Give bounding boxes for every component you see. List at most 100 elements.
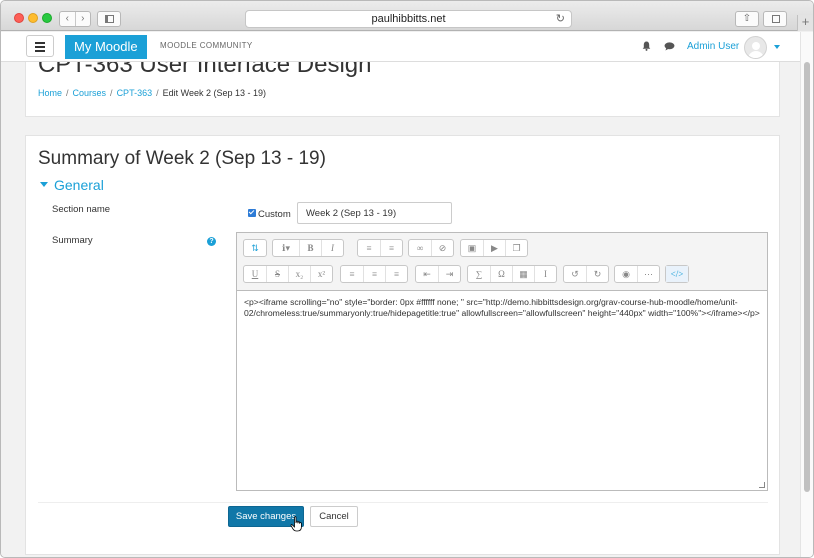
cancel-button[interactable]: Cancel [310,506,358,527]
breadcrumb: Home / Courses / CPT-363/Edit Week 2 (Sep 13… [38,88,266,98]
ordered-list-icon[interactable]: ≡ [380,240,402,256]
toolbar-group-files: ▣ ▶ ❐ [460,239,528,257]
avatar-body [748,51,764,58]
outdent-icon[interactable]: ⇤ [416,266,438,282]
user-avatar[interactable] [744,36,767,59]
new-tab-button[interactable]: + [797,15,813,31]
italic-icon[interactable]: I [321,240,343,256]
custom-checkbox[interactable]: Custom [248,209,291,220]
plus-icon: + [801,14,810,29]
unordered-list-icon[interactable]: ≡ [358,240,380,256]
edit-section-card: Summary of Week 2 (Sep 13 - 19) General … [25,135,780,555]
site-brand[interactable]: My Moodle [65,35,147,59]
editor-toolbar: ⇅ ℹ▾ B I ≡ ≡ ∞ ⊘ ▣ ▶ ❐ U S x₂ x² ≡ ≡ ≡ ⇤… [237,233,767,291]
breadcrumb-home[interactable]: Home [38,88,62,98]
toolbar-group-textstyle: U S x₂ x² [243,265,333,283]
notification-bell-icon[interactable] [642,41,651,51]
reload-icon[interactable]: ↻ [556,11,565,27]
show-tabs-button[interactable] [763,11,787,27]
share-icon: ⇧ [742,13,752,24]
tabs-icon [772,15,780,23]
minimize-window-button[interactable] [28,13,38,23]
align-center-icon[interactable]: ≡ [363,266,385,282]
address-bar[interactable]: paulhibbitts.net ↻ [245,10,572,28]
messages-icon[interactable] [664,42,675,51]
toolbar-group-collapse: ⇅ [243,239,267,257]
page-scrollbar[interactable] [800,32,813,557]
breadcrumb-current: Edit Week 2 (Sep 13 - 19) [162,88,266,98]
table-icon[interactable]: ▦ [512,266,534,282]
nav-drawer-button[interactable] [26,35,54,57]
back-icon[interactable]: ‹ [60,12,75,26]
hand-cursor-icon [290,516,302,532]
atto-editor: ⇅ ℹ▾ B I ≡ ≡ ∞ ⊘ ▣ ▶ ❐ U S x₂ x² ≡ ≡ ≡ ⇤… [236,232,768,491]
form-divider [38,502,768,503]
checkbox-checked-icon[interactable] [248,209,256,218]
toolbar-group-insert: ∑ Ω ▦ I [467,265,557,283]
toolbar-group-accessibility: ◉ ⋯ [614,265,660,283]
strikethrough-icon[interactable]: S [266,266,288,282]
toggle-toolbar-icon[interactable]: ⇅ [244,240,266,256]
help-icon[interactable]: ? [207,237,216,246]
summary-label: Summary [52,235,93,246]
special-character-icon[interactable]: Ω [490,266,512,282]
resize-handle-icon[interactable] [759,482,765,488]
image-icon[interactable]: ▣ [461,240,483,256]
moodle-navbar: My Moodle MOODLE COMMUNITY Admin User [1,32,800,62]
align-left-icon[interactable]: ≡ [341,266,363,282]
url-text: paulhibbitts.net [371,13,446,25]
toolbar-group-indent: ⇤ ⇥ [415,265,461,283]
toolbar-group-source: </> [665,265,689,283]
breadcrumb-course[interactable]: CPT-363 [117,88,153,98]
manage-files-icon[interactable]: ❐ [505,240,527,256]
zoom-window-button[interactable] [42,13,52,23]
hamburger-icon-line [35,46,45,48]
avatar-head [752,42,760,50]
accessibility-checker-icon[interactable]: ◉ [615,266,637,282]
paragraph-styles-icon[interactable]: ℹ▾ [273,240,299,256]
breadcrumb-separator: / [156,88,159,98]
media-icon[interactable]: ▶ [483,240,505,256]
general-section-label: General [54,177,104,193]
unlink-icon[interactable]: ⊘ [431,240,453,256]
equation-icon[interactable]: ∑ [468,266,490,282]
align-right-icon[interactable]: ≡ [385,266,407,282]
toolbar-group-history: ↺ ↻ [563,265,609,283]
sidebar-toggle-button[interactable] [97,11,121,27]
breadcrumb-separator: / [66,88,69,98]
toolbar-group-align: ≡ ≡ ≡ [340,265,408,283]
indent-icon[interactable]: ⇥ [438,266,460,282]
breadcrumb-courses[interactable]: Courses [73,88,107,98]
breadcrumb-separator: / [110,88,113,98]
clear-formatting-icon[interactable]: I [534,266,556,282]
html-source-textarea[interactable]: <p><iframe scrolling="no" style="border:… [244,297,760,319]
hamburger-icon-line [35,50,45,52]
toolbar-group-list: ≡ ≡ [357,239,403,257]
html-source-icon[interactable]: </> [666,266,688,282]
redo-icon[interactable]: ↻ [586,266,608,282]
toolbar-group-style: ℹ▾ B I [272,239,344,257]
scrollbar-thumb[interactable] [804,62,810,492]
moodle-community-link[interactable]: MOODLE COMMUNITY [160,41,253,50]
toolbar-group-links: ∞ ⊘ [408,239,454,257]
link-icon[interactable]: ∞ [409,240,431,256]
section-name-label: Section name [52,204,111,215]
hamburger-icon [35,42,45,44]
forward-icon[interactable]: › [74,12,91,26]
bold-icon[interactable]: B [299,240,321,256]
share-button[interactable]: ⇧ [735,11,759,27]
user-menu-name[interactable]: Admin User [687,41,739,52]
sidebar-icon [105,15,114,23]
subscript-icon[interactable]: x₂ [288,266,310,282]
superscript-icon[interactable]: x² [310,266,332,282]
general-section-toggle[interactable]: General [40,177,104,193]
underline-icon[interactable]: U [244,266,266,282]
browser-titlebar: ‹ › paulhibbitts.net ↻ ⇧ + [1,1,813,31]
history-nav: ‹ › [59,11,91,27]
page-viewport[interactable]: CPT-363 User Interface Design Home / Cours… [1,32,800,557]
undo-icon[interactable]: ↺ [564,266,586,282]
user-menu-caret-icon[interactable] [774,45,780,49]
close-window-button[interactable] [14,13,24,23]
section-name-input[interactable] [297,202,452,224]
screenreader-helper-icon[interactable]: ⋯ [637,266,659,282]
